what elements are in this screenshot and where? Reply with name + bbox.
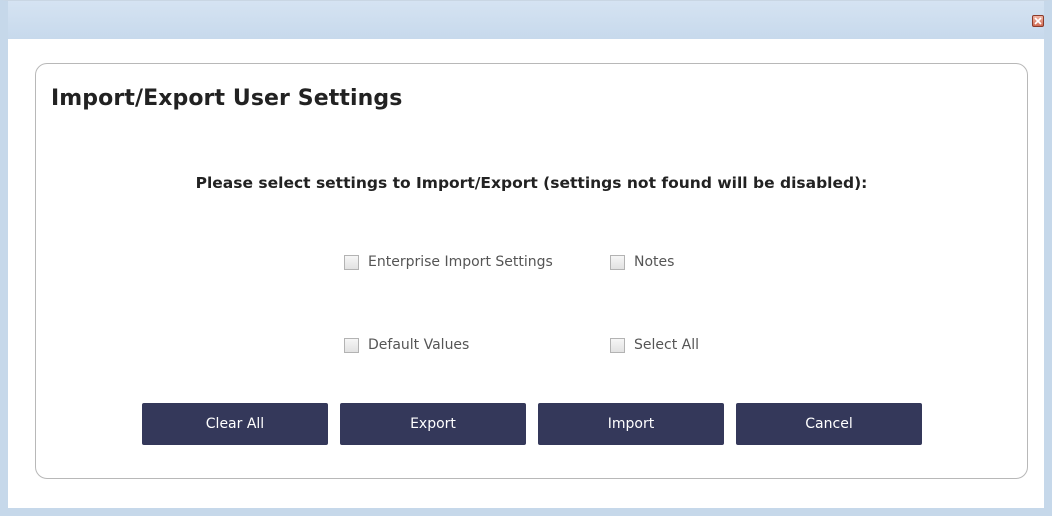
- instructions-text: Please select settings to Import/Export …: [195, 174, 868, 192]
- clear-all-button[interactable]: Clear All: [142, 403, 328, 445]
- dialog-title: Import/Export User Settings: [51, 86, 403, 111]
- checkbox-label: Select All: [634, 337, 699, 353]
- dialog-content: Import/Export User Settings Please selec…: [8, 39, 1044, 508]
- checkbox-box[interactable]: [610, 337, 625, 353]
- settings-panel: Import/Export User Settings Please selec…: [35, 63, 1028, 479]
- checkbox-box[interactable]: [610, 254, 625, 270]
- import-button[interactable]: Import: [538, 403, 724, 445]
- enterprise-import-settings-checkbox[interactable]: Enterprise Import Settings: [344, 254, 553, 270]
- close-icon: [1034, 17, 1042, 25]
- checkbox-label: Enterprise Import Settings: [368, 254, 553, 270]
- export-button[interactable]: Export: [340, 403, 526, 445]
- checkbox-label: Default Values: [368, 337, 470, 353]
- dialog-window: Import/Export User Settings Please selec…: [0, 0, 1052, 516]
- close-button[interactable]: [1032, 15, 1044, 27]
- default-values-checkbox[interactable]: Default Values: [344, 337, 469, 353]
- checkbox-box[interactable]: [344, 337, 359, 353]
- notes-checkbox[interactable]: Notes: [610, 254, 674, 270]
- cancel-button[interactable]: Cancel: [736, 403, 922, 445]
- checkbox-label: Notes: [634, 254, 675, 270]
- checkbox-box[interactable]: [344, 254, 359, 270]
- title-bar: [8, 1, 1044, 39]
- select-all-checkbox[interactable]: Select All: [610, 337, 699, 353]
